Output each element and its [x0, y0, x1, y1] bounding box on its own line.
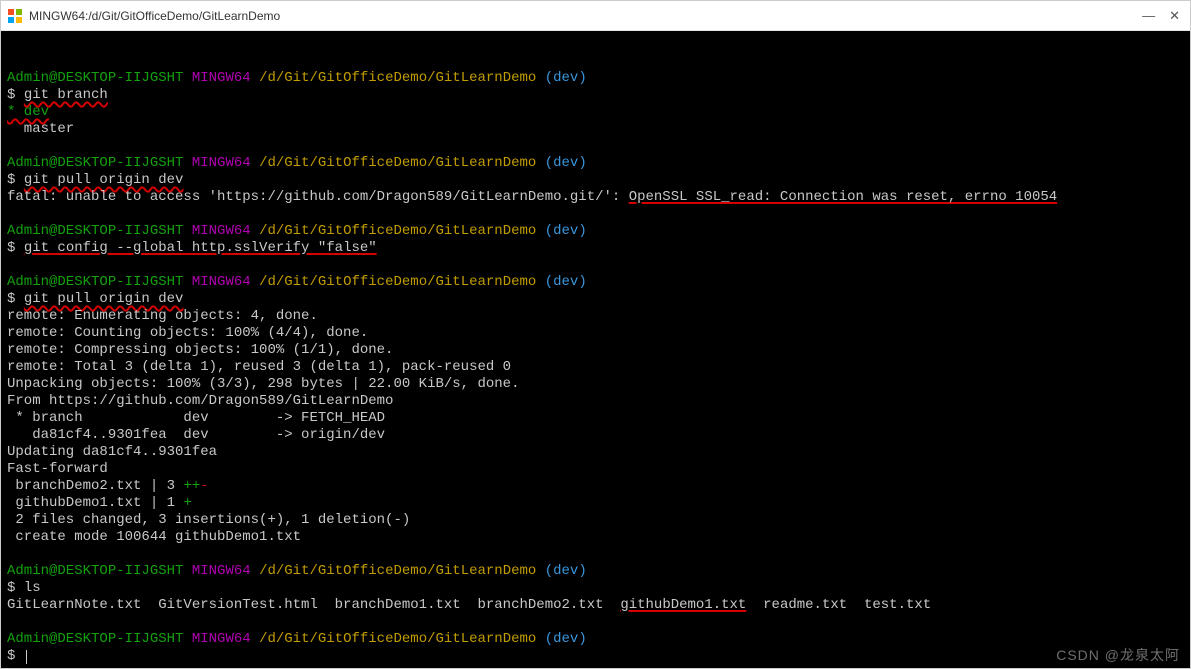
- prompt-path: /d/Git/GitOfficeDemo/GitLearnDemo: [259, 274, 536, 290]
- pull-output: * branch dev -> FETCH_HEAD: [7, 410, 385, 426]
- terminal[interactable]: Admin@DESKTOP-IIJGSHT MINGW64 /d/Git/Git…: [1, 31, 1190, 668]
- prompt-sigil: $: [7, 87, 15, 103]
- prompt-user: Admin@DESKTOP-IIJGSHT: [7, 274, 183, 290]
- close-button[interactable]: ✕: [1169, 8, 1180, 24]
- prompt-sigil: $: [7, 240, 15, 256]
- prompt-path: /d/Git/GitOfficeDemo/GitLearnDemo: [259, 155, 536, 171]
- diff-plus: +: [183, 495, 191, 511]
- fatal-error: OpenSSL SSL_read: Connection was reset, …: [629, 189, 1057, 205]
- pull-output: da81cf4..9301fea dev -> origin/dev: [7, 427, 385, 443]
- diff-line: githubDemo1.txt | 1: [7, 495, 183, 511]
- app-icon: [7, 8, 23, 24]
- ls-output: readme.txt test.txt: [746, 597, 931, 613]
- pull-output: Unpacking objects: 100% (3/3), 298 bytes…: [7, 376, 519, 392]
- window-title: MINGW64:/d/Git/GitOfficeDemo/GitLearnDem…: [29, 9, 1142, 23]
- pull-output: From https://github.com/Dragon589/GitLea…: [7, 393, 393, 409]
- diff-line: branchDemo2.txt | 3: [7, 478, 183, 494]
- prompt-path: /d/Git/GitOfficeDemo/GitLearnDemo: [259, 70, 536, 86]
- prompt-user: Admin@DESKTOP-IIJGSHT: [7, 155, 183, 171]
- branch-other: master: [7, 121, 74, 137]
- window-controls: — ✕: [1142, 8, 1184, 24]
- prompt-shell: MINGW64: [192, 274, 251, 290]
- prompt-sigil: $: [7, 172, 15, 188]
- prompt-sigil: $: [7, 648, 15, 664]
- prompt-path: /d/Git/GitOfficeDemo/GitLearnDemo: [259, 631, 536, 647]
- pull-output: Updating da81cf4..9301fea: [7, 444, 217, 460]
- cmd-ls: ls: [24, 580, 41, 596]
- prompt-sigil: $: [7, 291, 15, 307]
- prompt-shell: MINGW64: [192, 563, 251, 579]
- diff-plus: ++: [183, 478, 200, 494]
- fatal-prefix: fatal: unable to access 'https://github.…: [7, 189, 629, 205]
- pull-output: remote: Total 3 (delta 1), reused 3 (del…: [7, 359, 511, 375]
- titlebar: MINGW64:/d/Git/GitOfficeDemo/GitLearnDem…: [1, 1, 1190, 31]
- cmd-git-pull-1: git pull origin dev: [24, 172, 184, 188]
- cmd-git-branch: git branch: [24, 87, 108, 103]
- ls-highlight: githubDemo1.txt: [620, 597, 746, 613]
- cmd-git-config: git config --global http.sslVerify "fals…: [24, 240, 377, 256]
- pull-output: remote: Enumerating objects: 4, done.: [7, 308, 318, 324]
- minimize-button[interactable]: —: [1142, 8, 1155, 24]
- diff-create: create mode 100644 githubDemo1.txt: [7, 529, 301, 545]
- prompt-sigil: $: [7, 580, 15, 596]
- prompt-branch: (dev): [545, 155, 587, 171]
- diff-minus: -: [200, 478, 208, 494]
- cmd-git-pull-2: git pull origin dev: [24, 291, 184, 307]
- prompt-user: Admin@DESKTOP-IIJGSHT: [7, 563, 183, 579]
- prompt-branch: (dev): [545, 274, 587, 290]
- prompt-shell: MINGW64: [192, 631, 251, 647]
- prompt-branch: (dev): [545, 563, 587, 579]
- prompt-path: /d/Git/GitOfficeDemo/GitLearnDemo: [259, 563, 536, 579]
- prompt-branch: (dev): [545, 70, 587, 86]
- diff-summary: 2 files changed, 3 insertions(+), 1 dele…: [7, 512, 410, 528]
- cursor: [26, 650, 27, 664]
- prompt-user: Admin@DESKTOP-IIJGSHT: [7, 631, 183, 647]
- prompt-branch: (dev): [545, 223, 587, 239]
- prompt-shell: MINGW64: [192, 70, 251, 86]
- pull-output: Fast-forward: [7, 461, 108, 477]
- prompt-shell: MINGW64: [192, 155, 251, 171]
- pull-output: remote: Counting objects: 100% (4/4), do…: [7, 325, 368, 341]
- branch-current: * dev: [7, 104, 49, 120]
- pull-output: remote: Compressing objects: 100% (1/1),…: [7, 342, 393, 358]
- ls-output: GitLearnNote.txt GitVersionTest.html bra…: [7, 597, 620, 613]
- prompt-shell: MINGW64: [192, 223, 251, 239]
- app-window: MINGW64:/d/Git/GitOfficeDemo/GitLearnDem…: [0, 0, 1191, 669]
- prompt-branch: (dev): [545, 631, 587, 647]
- watermark: CSDN @龙泉太阿: [1056, 647, 1180, 664]
- prompt-path: /d/Git/GitOfficeDemo/GitLearnDemo: [259, 223, 536, 239]
- prompt-user: Admin@DESKTOP-IIJGSHT: [7, 223, 183, 239]
- prompt-user: Admin@DESKTOP-IIJGSHT: [7, 70, 183, 86]
